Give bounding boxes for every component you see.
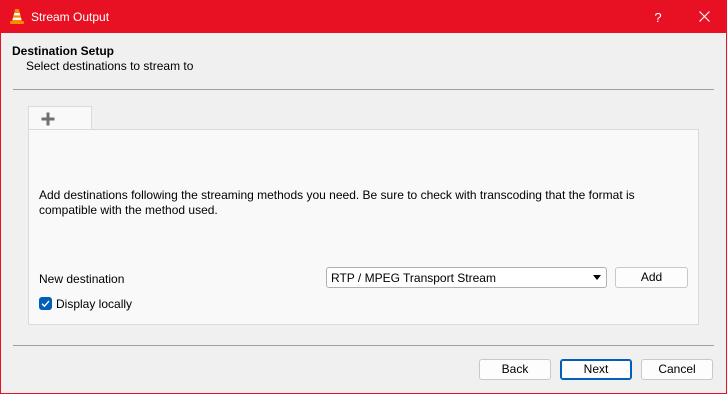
title-bar[interactable]: Stream Output ? <box>1 0 726 33</box>
close-icon <box>698 11 710 22</box>
tab-add-destination[interactable] <box>28 106 92 130</box>
display-locally-label[interactable]: Display locally <box>56 297 132 311</box>
destination-select[interactable]: RTP / MPEG Transport Stream <box>326 267 607 288</box>
header-divider <box>13 89 714 90</box>
destination-select-value: RTP / MPEG Transport Stream <box>331 271 496 285</box>
page-title: Destination Setup <box>12 44 115 58</box>
stream-output-dialog: Stream Output ? Destination Setup Select… <box>1 0 726 393</box>
next-button[interactable]: Next <box>560 359 632 380</box>
help-button[interactable]: ? <box>641 0 675 33</box>
display-locally-checkbox[interactable] <box>39 297 52 310</box>
footer-divider <box>13 345 714 346</box>
page-subtitle: Select destinations to stream to <box>26 59 194 73</box>
add-button[interactable]: Add <box>615 267 688 288</box>
back-button[interactable]: Back <box>479 359 551 380</box>
plus-icon <box>41 112 55 126</box>
window-title: Stream Output <box>31 10 110 24</box>
vlc-cone-icon <box>9 8 25 25</box>
new-destination-label: New destination <box>39 272 125 286</box>
destination-panel: Add destinations following the streaming… <box>28 129 699 325</box>
close-button[interactable] <box>685 0 723 33</box>
cancel-button[interactable]: Cancel <box>641 359 713 380</box>
info-text: Add destinations following the streaming… <box>39 188 635 217</box>
chevron-down-icon <box>593 275 601 280</box>
checkmark-icon <box>41 300 50 308</box>
